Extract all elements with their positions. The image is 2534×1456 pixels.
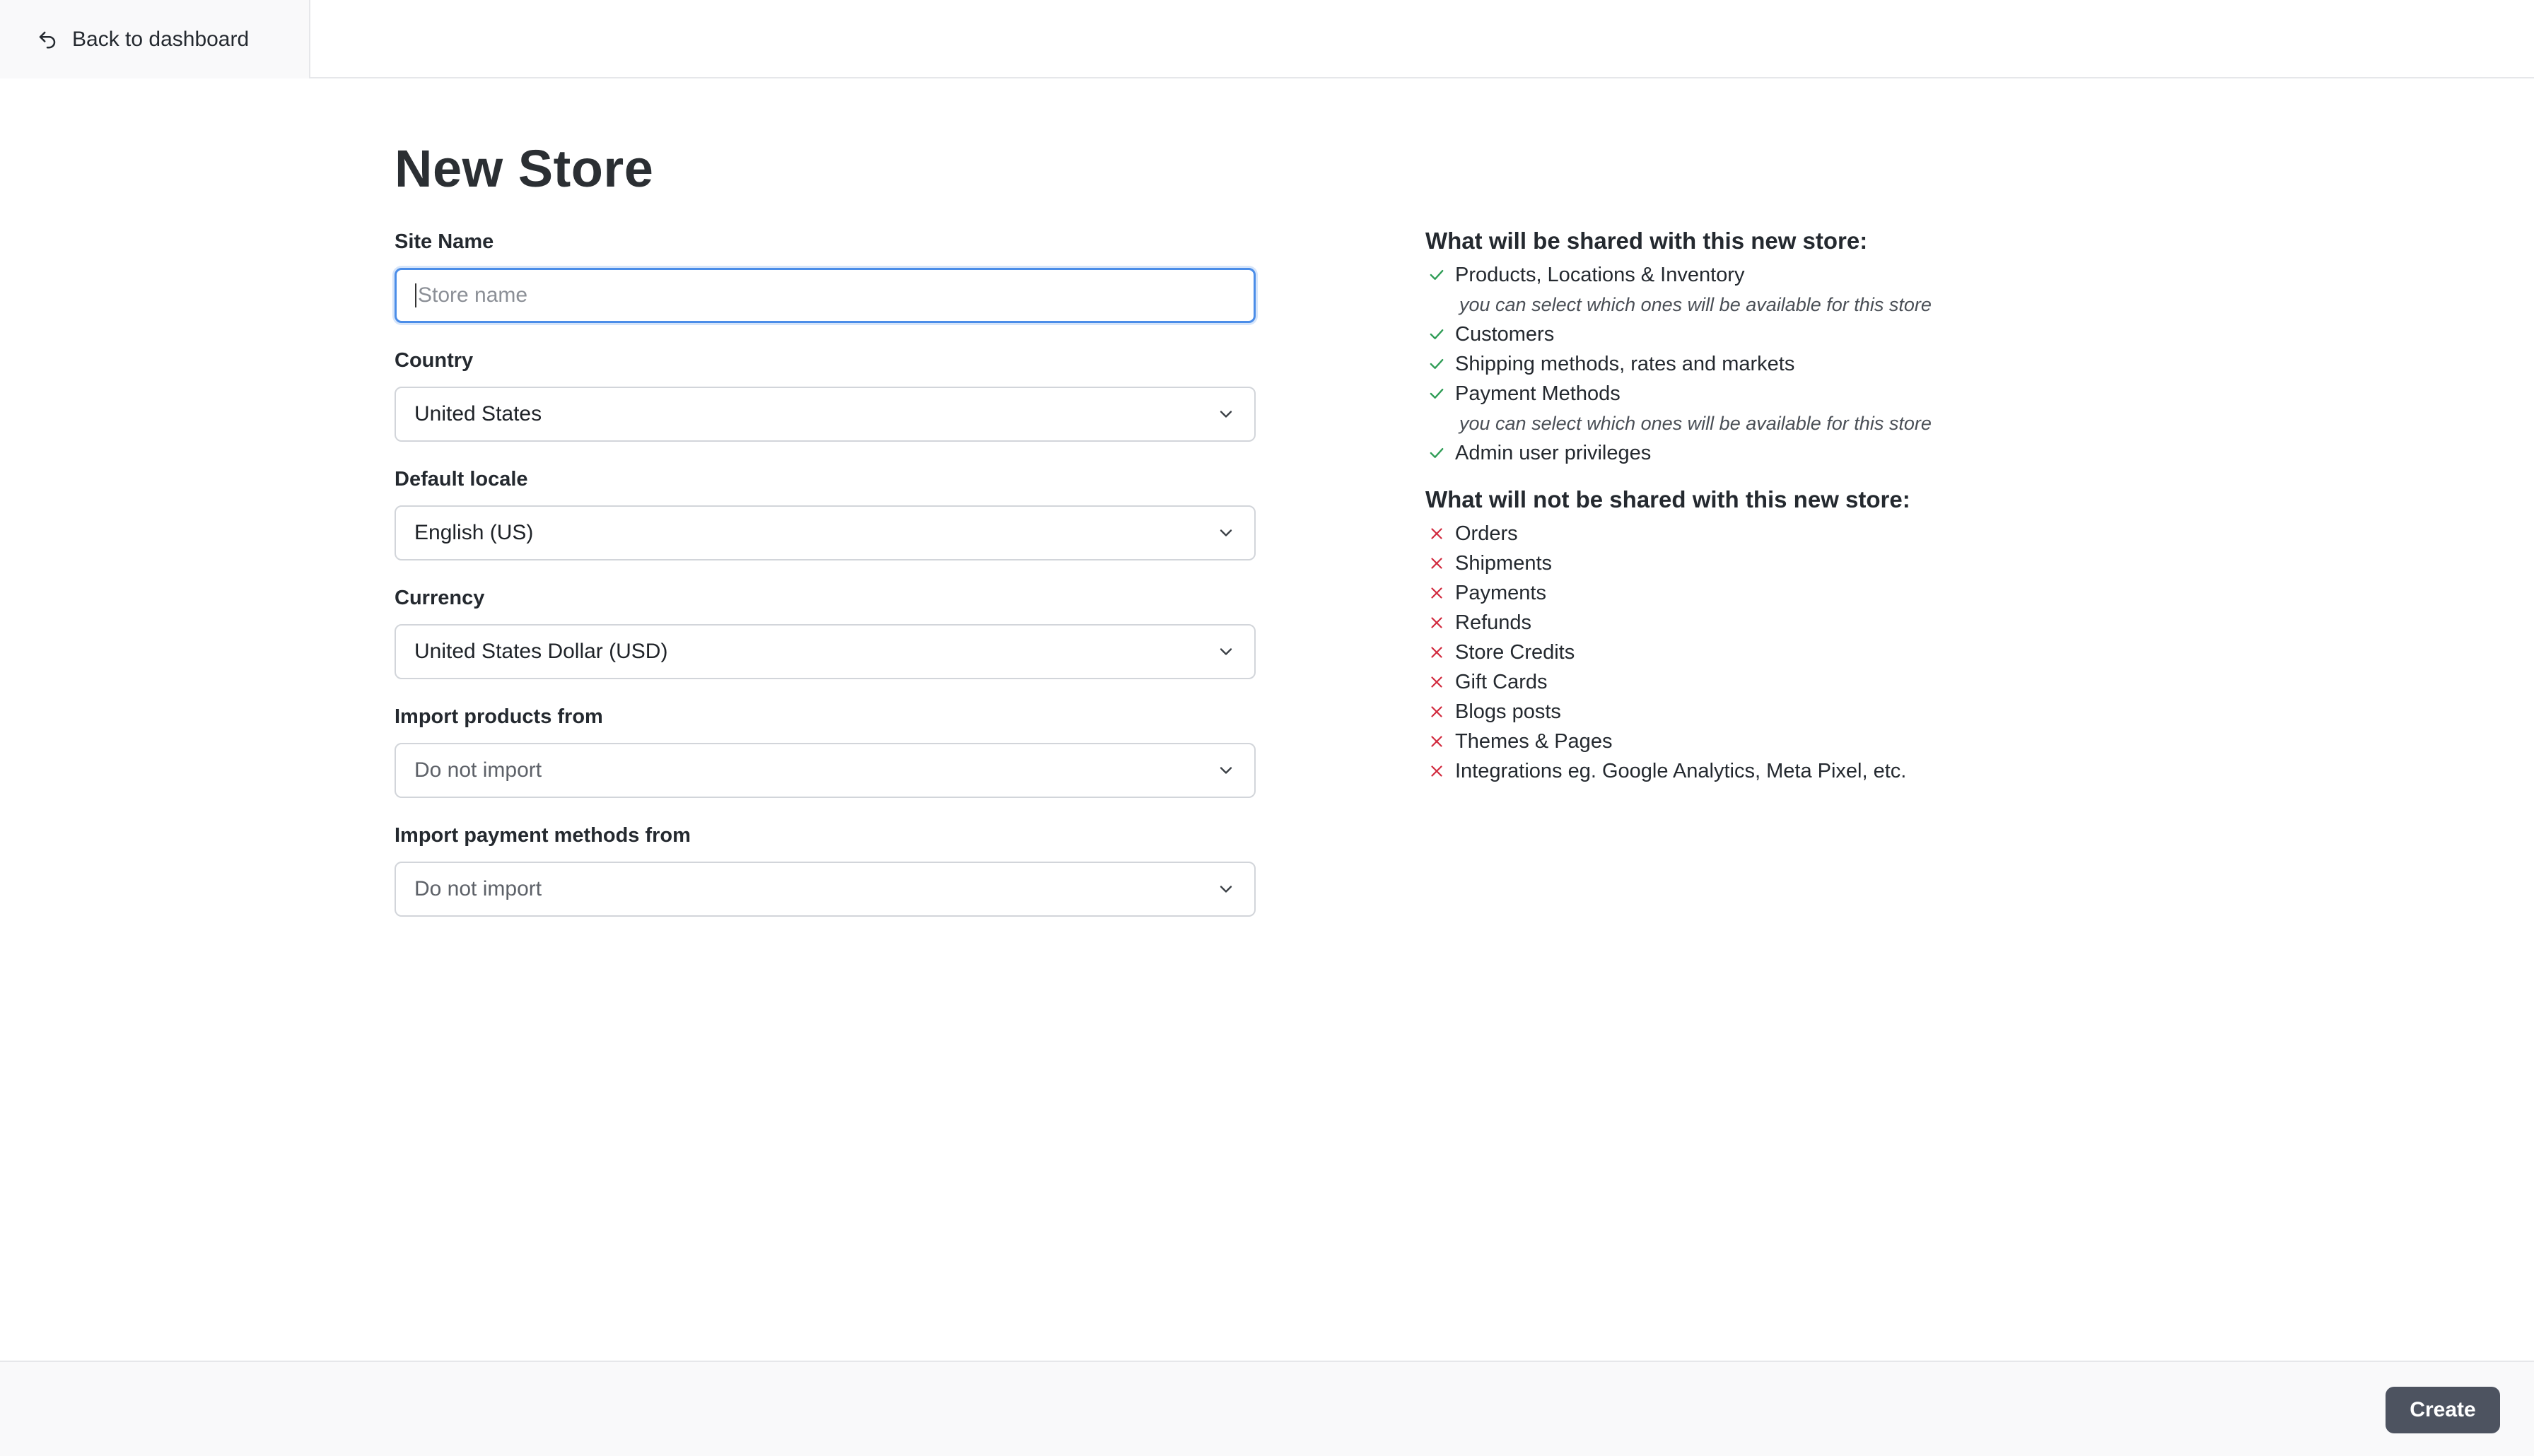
not-shared-item-label: Gift Cards [1455,670,1548,693]
not-shared-item-label: Store Credits [1455,640,1575,664]
not-shared-item-label: Payments [1455,581,1546,604]
not-shared-item-label: Orders [1455,522,1518,545]
chevron-down-icon [1216,404,1236,424]
not-shared-title: What will not be shared with this new st… [1425,486,1910,512]
import-payments-select[interactable]: Do not import [395,862,1256,917]
not-shared-item-label: Blogs posts [1455,700,1561,723]
import-products-field: Import products from Do not import [395,705,1256,798]
text-caret [415,283,416,307]
chevron-down-icon [1216,523,1236,543]
not-shared-item: Store Credits [1425,638,2062,667]
top-bar: Back to dashboard [0,0,2534,78]
cross-icon [1425,552,1448,575]
not-shared-item-label: Shipments [1455,551,1553,575]
shared-item-label: Payment Methods [1455,382,1621,405]
create-button[interactable]: Create [2386,1387,2500,1433]
not-shared-item: Payments [1425,578,2062,608]
cross-icon [1425,700,1448,723]
shared-item-note: you can select which ones will be availa… [1459,294,1932,315]
country-value: United States [414,402,542,425]
shared-list: Products, Locations & Inventory you can … [1425,260,2062,468]
back-to-dashboard-label: Back to dashboard [72,27,250,51]
cross-icon [1425,641,1448,664]
site-name-placeholder: Store name [418,283,528,307]
import-products-label: Import products from [395,705,603,728]
locale-value: English (US) [414,521,534,544]
cross-icon [1425,611,1448,634]
not-shared-item: Integrations eg. Google Analytics, Meta … [1425,756,2062,786]
locale-label: Default locale [395,468,528,491]
site-name-label: Site Name [395,230,494,253]
import-payments-field: Import payment methods from Do not impor… [395,823,1256,917]
import-payments-value: Do not import [414,877,542,900]
check-icon [1425,382,1448,405]
sharing-info-panel: What will be shared with this new store:… [1425,225,2062,786]
cross-icon [1425,730,1448,753]
shared-item-note: you can select which ones will be availa… [1459,413,1932,434]
shared-item-label: Products, Locations & Inventory [1455,263,1745,286]
country-select[interactable]: United States [395,387,1256,442]
not-shared-item-label: Refunds [1455,611,1532,634]
page-title: New Store [395,139,654,198]
shared-title: What will be shared with this new store: [1425,228,1868,254]
not-shared-item-label: Themes & Pages [1455,729,1613,753]
locale-select[interactable]: English (US) [395,505,1256,560]
site-name-input[interactable]: Store name [395,268,1256,323]
check-icon [1425,264,1448,286]
chevron-down-icon [1216,761,1236,780]
shared-item: Products, Locations & Inventory [1425,260,2062,290]
shared-item: Shipping methods, rates and markets [1425,349,2062,379]
chevron-down-icon [1216,879,1236,899]
shared-item-label: Customers [1455,322,1555,346]
not-shared-item-label: Integrations eg. Google Analytics, Meta … [1455,759,1907,782]
shared-item-label: Admin user privileges [1455,441,1652,464]
not-shared-item: Orders [1425,519,2062,548]
country-label: Country [395,349,474,372]
return-arrow-icon [37,29,58,50]
country-field: Country United States [395,348,1256,442]
currency-value: United States Dollar (USD) [414,640,668,663]
currency-label: Currency [395,587,485,609]
shared-item: Customers [1425,319,2062,349]
footer-bar: Create [0,1361,2534,1456]
check-icon [1425,323,1448,346]
back-to-dashboard-button[interactable]: Back to dashboard [0,0,310,78]
not-shared-list: Orders Shipments Payments Refunds Store … [1425,519,2062,786]
import-products-select[interactable]: Do not import [395,743,1256,798]
import-products-value: Do not import [414,758,542,782]
site-name-field: Site Name Store name [395,230,1256,323]
chevron-down-icon [1216,642,1236,662]
shared-item: Admin user privileges [1425,438,2062,468]
shared-item: Payment Methods [1425,379,2062,409]
not-shared-item: Shipments [1425,548,2062,578]
check-icon [1425,353,1448,375]
not-shared-item: Blogs posts [1425,697,2062,727]
import-payments-label: Import payment methods from [395,824,691,847]
not-shared-item: Gift Cards [1425,667,2062,697]
not-shared-item: Themes & Pages [1425,727,2062,756]
cross-icon [1425,760,1448,782]
shared-item-label: Shipping methods, rates and markets [1455,352,1795,375]
currency-select[interactable]: United States Dollar (USD) [395,624,1256,679]
check-icon [1425,442,1448,464]
new-store-form: Site Name Store name Country United Stat… [395,230,1256,942]
currency-field: Currency United States Dollar (USD) [395,586,1256,679]
cross-icon [1425,671,1448,693]
cross-icon [1425,522,1448,545]
locale-field: Default locale English (US) [395,467,1256,560]
cross-icon [1425,582,1448,604]
not-shared-item: Refunds [1425,608,2062,638]
